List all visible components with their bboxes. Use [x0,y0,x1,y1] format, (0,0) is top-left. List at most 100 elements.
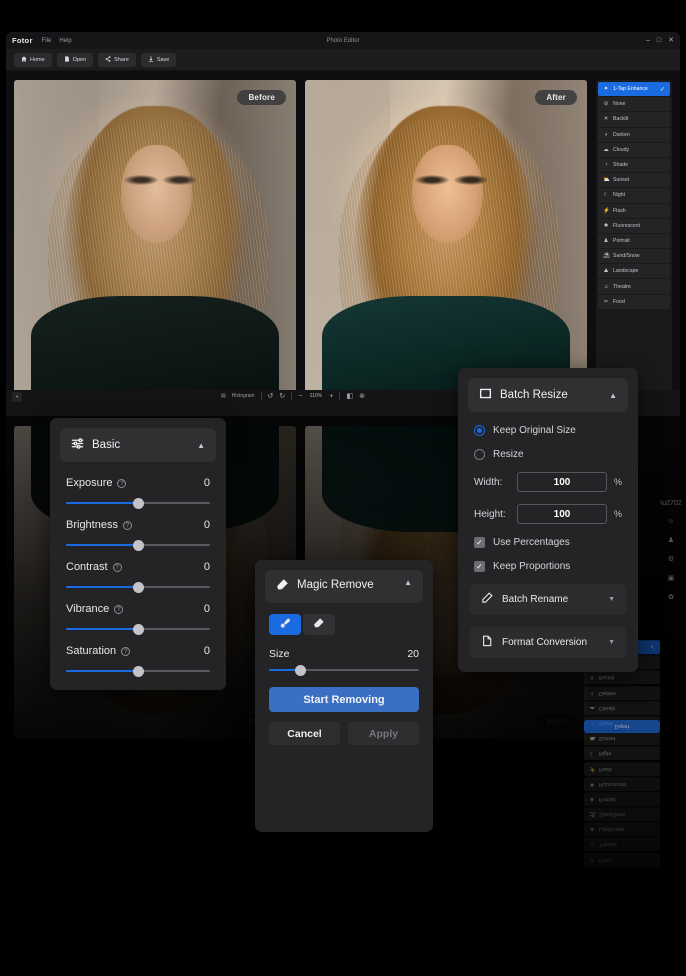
help-icon[interactable]: ? [114,605,123,614]
undo-icon[interactable]: ↺ [268,392,274,400]
slider-knob[interactable] [133,624,144,635]
redo-icon[interactable]: ↻ [279,392,285,400]
slider-track-exposure[interactable] [66,502,210,504]
slider-knob[interactable] [133,498,144,509]
filter-item-backlit[interactable]: ☀Backlit [598,112,670,126]
share-button[interactable]: Share [98,53,136,67]
filter-item-portrait[interactable]: ♟Portrait [598,234,670,248]
help-icon[interactable]: ? [113,563,122,572]
radio-resize[interactable]: Resize [474,449,622,460]
close-icon[interactable]: ✕ [668,37,674,44]
slider-track-contrast[interactable] [66,586,210,588]
width-input[interactable]: 100 [517,472,607,492]
format-conversion-section[interactable]: Format Conversion ▼ [470,627,626,658]
filter-icon: ⛅ [603,177,609,183]
chevron-down-icon[interactable]: ▼ [608,639,615,646]
filter-item-shade[interactable]: ◔Shade [598,158,670,172]
chevron-up-icon[interactable]: ▲ [404,578,412,588]
filter-item-fluorescent[interactable]: ✹Fluorescent [584,777,660,791]
filter-item-sand-snow[interactable]: ⛱Sand/Snow [584,807,660,821]
size-slider-knob[interactable] [295,665,306,676]
maximize-icon[interactable]: □ [657,37,661,44]
before-image-pane[interactable]: Before [14,80,296,407]
compare-icon[interactable]: ◧ [346,392,353,400]
filter-item-darken[interactable]: ◖Darken [584,686,660,700]
after-image-pane[interactable]: After [305,80,587,407]
height-field-row: Height: 100 % [474,504,622,524]
filter-item-theatre[interactable]: ♫Theatre [584,837,660,851]
batch-panel-header[interactable]: Batch Resize ▲ [468,378,628,412]
slider-block-vibrance: Vibrance?0 [66,603,210,630]
batch-rename-section[interactable]: Batch Rename ▼ [470,584,626,615]
filter-icon: ⛅ [589,735,595,741]
filter-item-none[interactable]: ⊘None [598,97,670,111]
zoom-out-button[interactable]: − [298,393,302,400]
chevron-down-icon[interactable]: ▼ [608,596,615,603]
magic-remove-panel: Magic Remove ▲ Size 20 Start Removing Ca… [255,560,433,832]
slider-track-saturation[interactable] [66,670,210,672]
slider-knob[interactable] [133,540,144,551]
basic-panel-header[interactable]: Basic ▲ [60,428,216,462]
minimize-icon[interactable]: – [646,37,650,44]
filter-item-portrait[interactable]: ♟Portrait [584,792,660,806]
filter-item-food[interactable]: ✂Food [598,295,670,309]
filter-item-darken[interactable]: ◖Darken [598,128,670,142]
slider-track-vibrance[interactable] [66,628,210,630]
filter-item-theatre[interactable]: ♫Theatre [598,279,670,293]
histogram-label[interactable]: Histogram [232,393,255,399]
filter-icon: ☾ [603,192,609,198]
cancel-button[interactable]: Cancel [269,722,340,745]
filter-item-landscape[interactable]: ⛰Landscape [598,264,670,278]
slider-knob[interactable] [133,582,144,593]
filter-item-sand-snow[interactable]: ⛱Sand/Snow [598,249,670,263]
menu-help[interactable]: Help [59,38,71,44]
slider-track-brightness[interactable] [66,544,210,546]
slider-knob[interactable] [133,666,144,677]
filter-item-label: Sunset [613,177,629,183]
help-icon[interactable]: ? [117,479,126,488]
filter-item-night[interactable]: ☾Night [598,188,670,202]
checkbox-keep-proportions[interactable]: ✓ Keep Proportions [474,561,622,572]
radio-keep-original-size[interactable]: Keep Original Size [474,425,622,436]
eraser-tool-button[interactable] [303,614,335,635]
filter-item-label: Flash [613,208,626,214]
filter-item-fluorescent[interactable]: ✹Fluorescent [598,219,670,233]
filter-item-label: Portrait [613,238,630,244]
filter-item-backlit[interactable]: ☀Backlit [584,670,660,684]
brush-tool-button[interactable] [269,614,301,635]
left-dropdown-top[interactable]: ▾ [12,392,22,402]
slider-label-contrast: Contrast [66,561,108,573]
filter-item-food[interactable]: ✂Food [584,853,660,867]
help-icon[interactable]: ? [123,521,132,530]
filter-icon: ✹ [589,781,595,787]
save-button[interactable]: Save [141,53,177,67]
filter-item-night[interactable]: ☾Night [584,746,660,760]
menu-file[interactable]: File [42,38,52,44]
filter-icon: ⛱ [603,253,609,259]
zoom-in-button[interactable]: + [329,393,333,400]
filter-item-landscape[interactable]: ⛰Landscape [584,822,660,836]
filter-item-flash[interactable]: ⚡Flash [584,762,660,776]
filter-item-cloudy[interactable]: ☁Cloudy [598,143,670,157]
open-button[interactable]: Open [57,53,93,67]
filter-item-sunset[interactable]: ⛅ Sunset [598,173,670,187]
filter-item-cloudy[interactable]: ☁Cloudy [584,701,660,715]
filter-item-1-tap-enhance[interactable]: ✦1-Tap Enhance✓ [598,82,670,96]
height-input[interactable]: 100 [517,504,607,524]
chevron-up-icon[interactable]: ▲ [197,441,205,450]
slider-value-exposure: 0 [204,477,210,489]
magic-panel-header[interactable]: Magic Remove ▲ [265,570,423,603]
home-button[interactable]: Home [14,53,52,67]
help-icon[interactable]: ? [121,647,130,656]
slider-label-vibrance: Vibrance [66,603,109,615]
filter-item-flash[interactable]: ⚡Flash [598,204,670,218]
filter-item-sunset[interactable]: ⛅Sunset [584,731,660,745]
size-slider[interactable] [269,669,419,671]
checkbox-use-percentages[interactable]: ✓ Use Percentages [474,537,622,548]
reset-icon[interactable]: ⊗ [359,392,365,400]
slider-header-vibrance: Vibrance?0 [66,603,210,615]
start-removing-button[interactable]: Start Removing [269,687,419,712]
filter-item-label: Flash [599,766,612,772]
filter-icon: ☁ [603,147,609,153]
chevron-up-icon[interactable]: ▲ [609,391,617,400]
